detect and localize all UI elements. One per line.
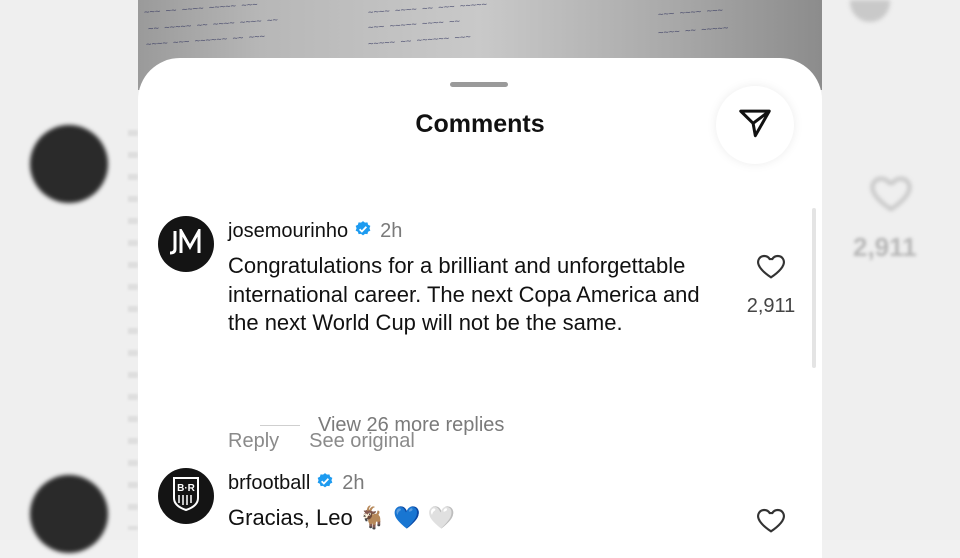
comment-time: 2h <box>342 472 365 494</box>
comment-username[interactable]: brfootball <box>228 472 310 495</box>
background-text-lines <box>128 130 138 530</box>
comments-sheet: Comments josemourinho 2h Congratulations… <box>138 58 822 558</box>
background-avatar <box>30 125 108 203</box>
like-column: 2,911 <box>726 250 816 318</box>
heart-icon[interactable] <box>755 250 787 287</box>
heart-icon[interactable] <box>755 504 787 541</box>
br-shield-logo-icon: B·R <box>171 476 201 517</box>
divider <box>260 425 300 426</box>
avatar[interactable] <box>158 216 214 272</box>
drag-handle[interactable] <box>450 82 508 87</box>
verified-badge-icon <box>316 472 334 495</box>
verified-badge-icon <box>354 220 372 243</box>
background-heart-icon <box>868 170 914 216</box>
comment-item: josemourinho 2h Congratulations for a br… <box>158 216 798 452</box>
avatar[interactable]: B·R <box>158 468 214 524</box>
comment-text: Gracias, Leo 🐐 💙 🤍 <box>228 504 728 534</box>
jm-logo-icon <box>166 224 206 260</box>
like-count: 2,911 <box>746 295 796 317</box>
comment-username[interactable]: josemourinho <box>228 220 348 243</box>
emoji-goat-blue-heart-white-heart: 🐐 💙 🤍 <box>358 506 456 531</box>
background-avatar <box>30 475 108 553</box>
send-icon <box>736 104 774 147</box>
view-replies-label: View 26 more replies <box>318 414 505 436</box>
comment-time: 2h <box>380 220 403 242</box>
comment-text-body: Gracias, Leo <box>228 505 353 530</box>
share-button[interactable] <box>716 86 794 164</box>
comment-item: B·R brfootball 2h Gracias, Leo 🐐 💙 🤍 <box>158 468 798 558</box>
svg-text:B·R: B·R <box>177 483 196 494</box>
background-like-count: 2,911 <box>853 232 917 262</box>
like-column <box>726 504 816 541</box>
view-replies-button[interactable]: View 26 more replies <box>260 414 504 437</box>
comment-text: Congratulations for a brilliant and unfo… <box>228 253 700 335</box>
